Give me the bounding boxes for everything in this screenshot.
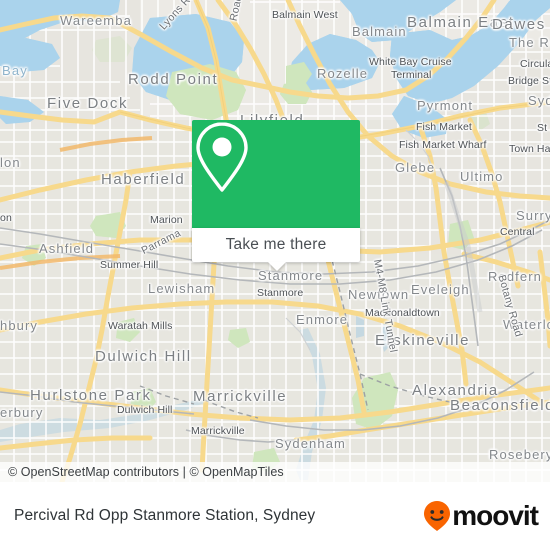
take-me-there-button[interactable]: Take me there (192, 228, 360, 262)
card-image-area (192, 120, 360, 228)
map-view[interactable]: Wareemba Bay Rodd Point Five Dock Lyons Rd Ro… (0, 0, 550, 482)
station-title: Percival Rd Opp Stanmore Station, Sydney (14, 507, 316, 524)
moovit-logo[interactable]: moovit (422, 500, 550, 532)
moovit-smiling-pin-icon (424, 501, 451, 531)
take-me-there-label: Take me there (225, 236, 327, 253)
map-attribution: © OpenStreetMap contributors | © OpenMap… (0, 462, 550, 482)
moovit-wordmark: moovit (452, 500, 539, 531)
attribution-text: © OpenStreetMap contributors | © OpenMap… (8, 465, 284, 479)
location-pin-icon (196, 122, 248, 192)
location-info-card[interactable]: Take me there (192, 120, 360, 271)
map-screenshot: Wareemba Bay Rodd Point Five Dock Lyons Rd Ro… (0, 0, 550, 550)
footer-bar: Percival Rd Opp Stanmore Station, Sydney… (0, 482, 550, 550)
card-pointer-tail (268, 262, 286, 271)
